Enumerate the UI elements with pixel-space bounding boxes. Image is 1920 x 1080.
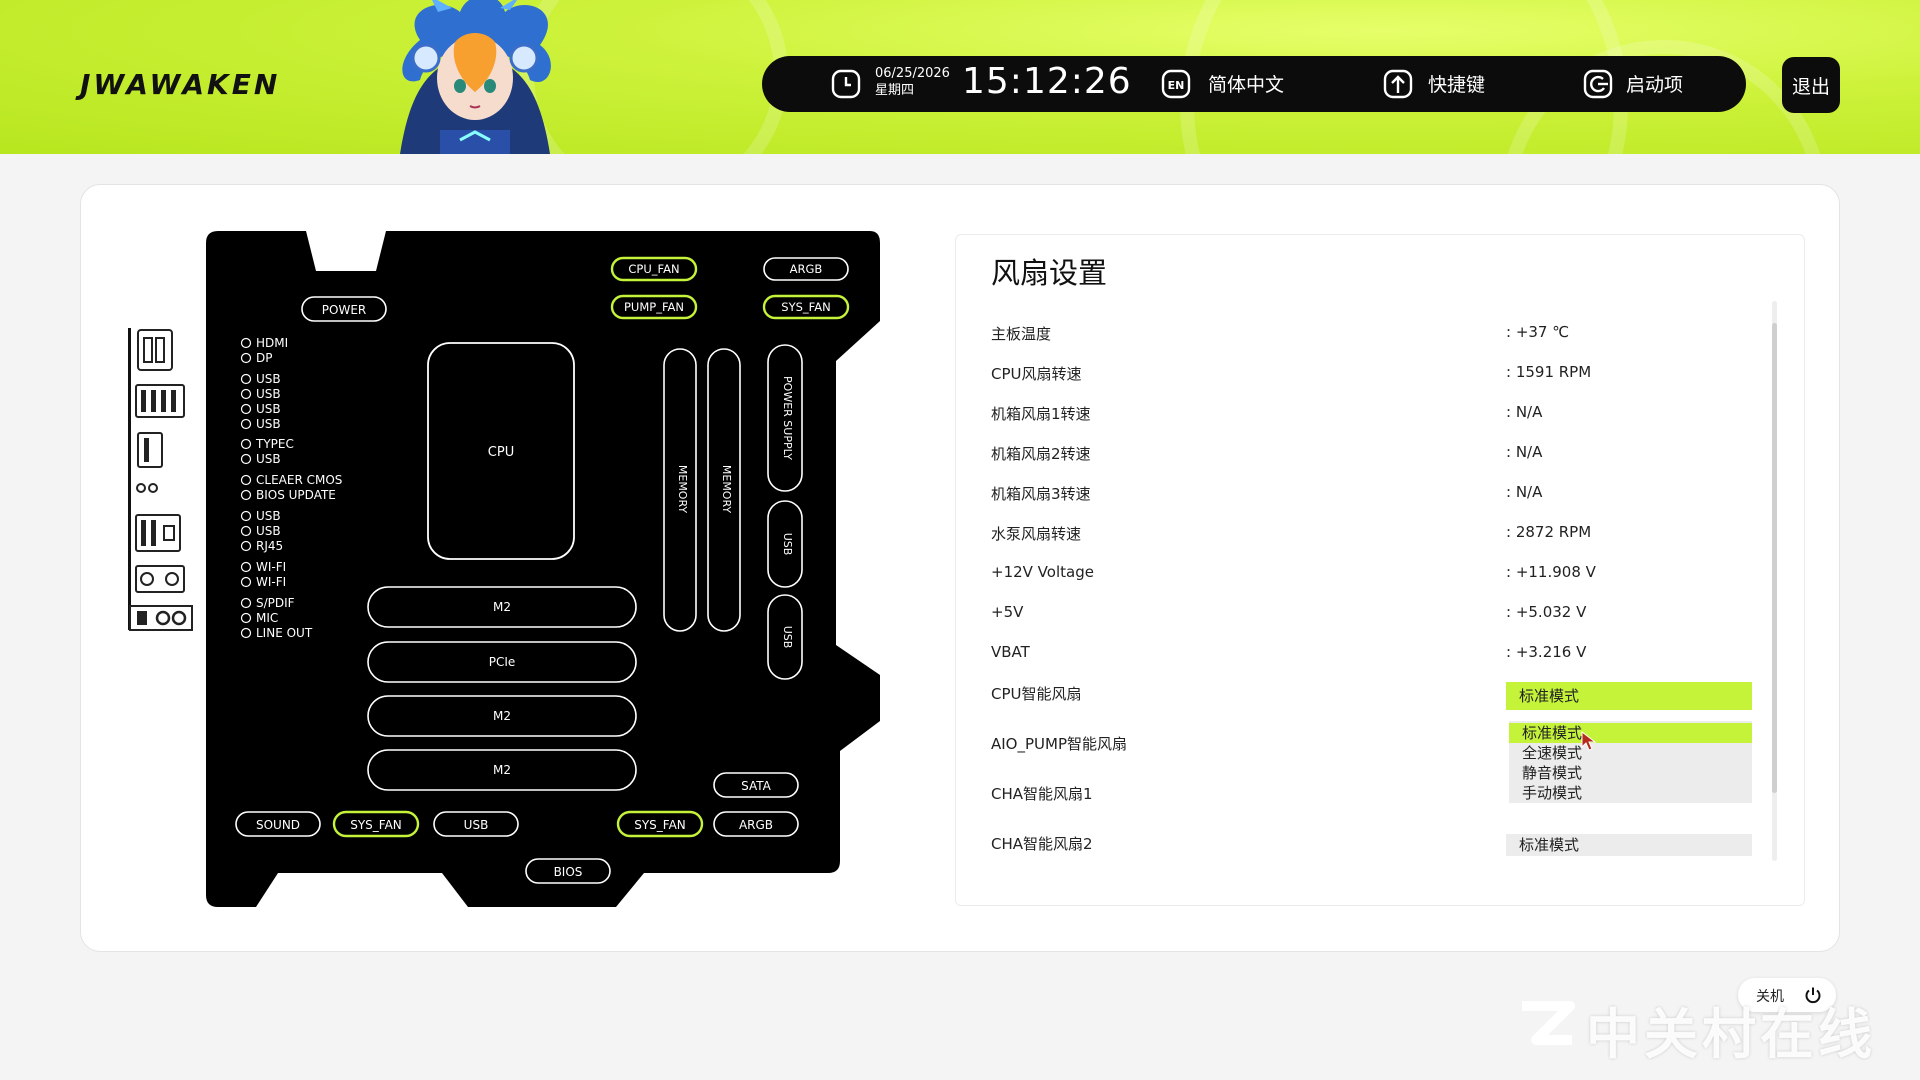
- mouse-cursor-icon: [1581, 731, 1597, 751]
- sensor-value: : 2872 RPM: [1506, 523, 1592, 541]
- io-label: RJ45: [256, 539, 283, 553]
- fan-settings-panel: 风扇设置 主板温度 : +37 ℃ CPU风扇转速 : 1591 RPM 机箱风…: [955, 234, 1805, 906]
- cpu-socket[interactable]: CPU: [488, 445, 514, 460]
- usb-header-2[interactable]: USB: [781, 626, 794, 649]
- date-text: 06/25/2026: [875, 66, 950, 81]
- watermark-logo-icon: [1522, 1001, 1575, 1045]
- top-status-bar: 06/25/2026 星期四 15:12:26 EN 简体中文 快捷键 启动项: [762, 56, 1746, 112]
- pump-fan-header[interactable]: PUMP_FAN: [624, 300, 684, 314]
- sensor-label: 水泵风扇转速: [991, 525, 1082, 543]
- header-bar: JWAWAKEN 06/25/2026 星期四 15:12:26 EN 简体中文: [0, 0, 1920, 154]
- sound-header[interactable]: SOUND: [256, 818, 300, 832]
- date-display: 06/25/2026 星期四: [875, 65, 950, 99]
- watermark: 中关村在线: [1586, 1003, 1876, 1066]
- mascot-illustration: [400, 0, 551, 154]
- weekday-text: 星期四: [875, 83, 915, 98]
- cha-fan-1-label: CHA智能风扇1: [991, 785, 1093, 803]
- sys-fan-bottom-1[interactable]: SYS_FAN: [350, 818, 402, 832]
- io-label: TYPEC: [255, 437, 294, 451]
- io-label: CLEAER CMOS: [256, 473, 342, 487]
- io-label: S/PDIF: [256, 596, 295, 610]
- sensor-value: : +11.908 V: [1506, 563, 1596, 581]
- clock-icon: [830, 68, 862, 104]
- cpu-smart-fan-label: CPU智能风扇: [991, 685, 1082, 703]
- io-label: USB: [256, 452, 281, 466]
- io-label: USB: [256, 524, 281, 538]
- bios-chip[interactable]: BIOS: [554, 865, 583, 879]
- sensor-value: : +3.216 V: [1506, 643, 1587, 661]
- exit-button[interactable]: 退出: [1782, 57, 1840, 113]
- sensor-label: CPU风扇转速: [991, 365, 1082, 383]
- m2-slot-1[interactable]: M2: [493, 600, 511, 614]
- io-label: USB: [256, 417, 281, 431]
- sensor-value: : 1591 RPM: [1506, 363, 1592, 381]
- io-label: MIC: [256, 611, 278, 625]
- io-label: USB: [256, 509, 281, 523]
- sensor-value: : N/A: [1506, 403, 1543, 421]
- argb-top-header[interactable]: ARGB: [790, 262, 823, 276]
- time-display: 15:12:26: [962, 61, 1132, 102]
- sata-port[interactable]: SATA: [741, 779, 772, 793]
- cpu-fan-header[interactable]: CPU_FAN: [628, 262, 679, 276]
- sensor-label: 主板温度: [991, 325, 1052, 343]
- dropdown-option-manual[interactable]: 手动模式: [1509, 783, 1752, 803]
- sensor-label: VBAT: [991, 643, 1030, 661]
- app-logo: JWAWAKEN: [80, 68, 281, 101]
- sys-fan-top-header[interactable]: SYS_FAN: [781, 300, 830, 314]
- rear-io-strip: [128, 328, 193, 631]
- usb-bottom-header[interactable]: USB: [464, 818, 489, 832]
- argb-bottom-header[interactable]: ARGB: [739, 818, 773, 832]
- m2-slot-2[interactable]: M2: [493, 709, 511, 723]
- sensor-label: +12V Voltage: [991, 563, 1094, 581]
- power-supply-connector[interactable]: POWER SUPPLY: [781, 376, 794, 460]
- sensor-label: 机箱风扇3转速: [991, 485, 1091, 503]
- language-selector[interactable]: 简体中文: [1208, 70, 1284, 97]
- sensor-value: : N/A: [1506, 443, 1543, 461]
- io-label: WI-FI: [256, 560, 286, 574]
- cha-fan-2-select[interactable]: 标准模式: [1506, 834, 1752, 856]
- upload-icon[interactable]: [1382, 68, 1414, 104]
- sensor-label: 机箱风扇1转速: [991, 405, 1091, 423]
- sensor-label: +5V: [991, 603, 1024, 621]
- io-label: DP: [256, 351, 272, 365]
- io-label: USB: [256, 372, 281, 386]
- dropdown-option-standard[interactable]: 标准模式: [1509, 723, 1752, 743]
- sensor-value: : +37 ℃: [1506, 323, 1570, 341]
- fan-mode-dropdown: 标准模式 全速模式 静音模式 手动模式: [1509, 721, 1752, 803]
- io-label: HDMI: [256, 336, 288, 350]
- language-icon[interactable]: EN: [1160, 68, 1192, 104]
- boot-icon[interactable]: [1582, 68, 1614, 104]
- boot-priority-button[interactable]: 启动项: [1626, 70, 1683, 97]
- io-label: WI-FI: [256, 575, 286, 589]
- io-label: USB: [256, 402, 281, 416]
- io-label: LINE OUT: [256, 626, 313, 640]
- m2-slot-3[interactable]: M2: [493, 763, 511, 777]
- pcie-slot[interactable]: PCIe: [489, 655, 516, 669]
- dropdown-option-full-speed[interactable]: 全速模式: [1509, 743, 1752, 763]
- usb-header-1[interactable]: USB: [781, 533, 794, 556]
- language-badge: EN: [1168, 79, 1185, 92]
- memory-slot-2[interactable]: MEMORY: [720, 465, 733, 514]
- memory-slot-1[interactable]: MEMORY: [676, 465, 689, 514]
- cha-fan-2-label: CHA智能风扇2: [991, 835, 1093, 853]
- motherboard-diagram: HDMI DP USB USB USB USB TYPEC USB CLEAER…: [206, 231, 880, 907]
- panel-title: 风扇设置: [991, 256, 1108, 290]
- dropdown-option-silent[interactable]: 静音模式: [1509, 763, 1752, 783]
- aio-pump-fan-label: AIO_PUMP智能风扇: [991, 735, 1128, 753]
- power-header[interactable]: POWER: [322, 303, 366, 317]
- shortcuts-button[interactable]: 快捷键: [1428, 70, 1485, 97]
- cpu-smart-fan-select[interactable]: 标准模式: [1506, 682, 1752, 710]
- io-label: BIOS UPDATE: [256, 488, 336, 502]
- sensor-label: 机箱风扇2转速: [991, 445, 1091, 463]
- sensor-value: : N/A: [1506, 483, 1543, 501]
- scrollbar-thumb[interactable]: [1772, 323, 1777, 793]
- sensor-value: : +5.032 V: [1506, 603, 1587, 621]
- sys-fan-bottom-2[interactable]: SYS_FAN: [634, 818, 686, 832]
- io-label: USB: [256, 387, 281, 401]
- motherboard-outline: [206, 231, 880, 907]
